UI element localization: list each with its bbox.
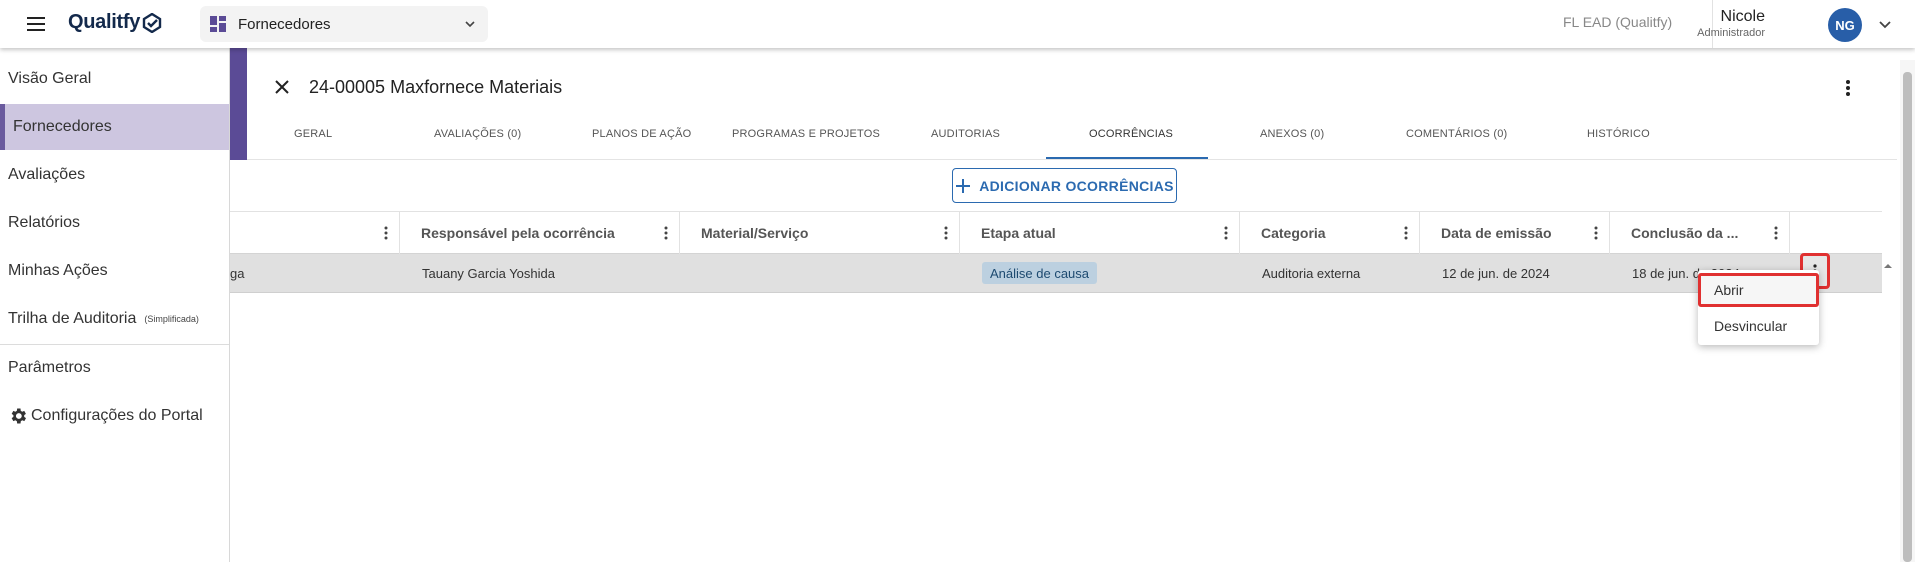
chevron-down-icon <box>465 21 475 28</box>
column-header-responsavel: Responsável pela ocorrência <box>400 212 680 254</box>
sidebar-item-relatorios[interactable]: Relatórios <box>0 200 229 246</box>
sidebar-item-parametros[interactable]: Parâmetros <box>0 345 229 391</box>
tab-ocorrencias[interactable]: OCORRÊNCIAS <box>1089 128 1173 140</box>
add-occurrences-button[interactable]: ADICIONAR OCORRÊNCIAS <box>952 168 1177 203</box>
sidebar-item-trilha-auditoria[interactable]: Trilha de Auditoria (Simplificada) <box>0 296 229 342</box>
menu-item-abrir[interactable]: Abrir <box>1698 273 1819 307</box>
close-icon[interactable] <box>272 77 292 97</box>
column-header-etapa: Etapa atual <box>960 212 1240 254</box>
status-badge: Análise de causa <box>982 262 1098 284</box>
tab-programas-e-projetos[interactable]: PROGRAMAS E PROJETOS <box>732 128 880 140</box>
module-selector[interactable]: Fornecedores <box>200 6 488 42</box>
sidebar: Visão Geral Fornecedores Avaliações Rela… <box>0 48 230 562</box>
gear-icon <box>11 408 26 424</box>
cell-data-emissao: 12 de jun. de 2024 <box>1442 266 1550 281</box>
column-header-actions <box>1790 212 1882 254</box>
sidebar-item-label: Relatórios <box>8 214 81 231</box>
column-header-conclusao: Conclusão da ... <box>1610 212 1790 254</box>
user-name: Nicole <box>1720 8 1765 25</box>
cell-categoria: Auditoria externa <box>1262 266 1361 281</box>
column-menu-icon[interactable] <box>378 225 394 241</box>
user-menu-chevron-icon[interactable] <box>1878 17 1892 31</box>
table-header: Responsável pela ocorrência Material/Ser… <box>230 211 1882 254</box>
sidebar-item-label: Configurações do Portal <box>31 407 203 424</box>
occurrences-table: Responsável pela ocorrência Material/Ser… <box>230 211 1882 293</box>
table-row[interactable]: ga Tauany Garcia Yoshida Análise de caus… <box>230 254 1882 293</box>
sidebar-item-label: Fornecedores <box>13 118 112 135</box>
company-name: FL EAD (Qualitfy) <box>1563 14 1673 30</box>
scroll-up-arrow-icon[interactable] <box>1883 261 1893 271</box>
sidebar-item-label: Visão Geral <box>8 70 92 87</box>
cell-first: ga <box>230 266 245 281</box>
sidebar-item-avaliacoes[interactable]: Avaliações <box>0 152 229 198</box>
record-header <box>247 48 1897 160</box>
sidebar-item-suffix: (Simplificada) <box>144 314 199 324</box>
sidebar-item-label: Parâmetros <box>8 359 91 376</box>
sidebar-item-configuracoes[interactable]: Configurações do Portal <box>0 393 229 439</box>
column-menu-icon[interactable] <box>1768 225 1784 241</box>
tab-avaliacoes[interactable]: AVALIAÇÕES (0) <box>434 128 521 140</box>
tab-anexos[interactable]: ANEXOS (0) <box>1260 128 1324 140</box>
avatar[interactable]: NG <box>1828 8 1862 42</box>
sidebar-item-label: Minhas Ações <box>8 262 108 279</box>
topbar-divider <box>1712 0 1713 48</box>
column-menu-icon[interactable] <box>1218 225 1234 241</box>
column-header <box>230 212 400 254</box>
sidebar-item-visao-geral[interactable]: Visão Geral <box>0 56 229 102</box>
column-header-data-emissao: Data de emissão <box>1420 212 1610 254</box>
column-header-categoria: Categoria <box>1240 212 1420 254</box>
column-menu-icon[interactable] <box>938 225 954 241</box>
logo-mark-icon <box>142 13 162 33</box>
add-occurrences-label: ADICIONAR OCORRÊNCIAS <box>979 177 1174 194</box>
column-menu-icon[interactable] <box>1398 225 1414 241</box>
column-menu-icon[interactable] <box>1588 225 1604 241</box>
user-role: Administrador <box>1697 27 1765 39</box>
module-label: Fornecedores <box>238 16 331 33</box>
menu-item-desvincular[interactable]: Desvincular <box>1698 309 1819 343</box>
active-tab-indicator <box>1046 157 1208 159</box>
record-title: 24-00005 Maxfornece Materiais <box>309 77 563 97</box>
column-menu-icon[interactable] <box>658 225 674 241</box>
tab-comentarios[interactable]: COMENTÁRIOS (0) <box>1406 128 1507 140</box>
tab-historico[interactable]: HISTÓRICO <box>1587 128 1650 140</box>
app-logo: Qualitfy <box>68 11 141 33</box>
dashboard-icon <box>210 16 226 32</box>
sidebar-item-label: Avaliações <box>8 166 86 183</box>
tab-auditorias[interactable]: AUDITORIAS <box>931 128 1000 140</box>
hamburger-menu-icon[interactable] <box>24 12 48 36</box>
tab-geral[interactable]: GERAL <box>294 128 332 140</box>
sidebar-item-fornecedores[interactable]: Fornecedores <box>0 104 229 150</box>
cell-responsavel: Tauany Garcia Yoshida <box>422 266 555 281</box>
sidebar-item-label: Trilha de Auditoria <box>8 310 137 327</box>
row-context-menu: Abrir Desvincular <box>1698 270 1819 345</box>
more-vertical-icon[interactable] <box>1838 78 1858 98</box>
sidebar-item-minhas-acoes[interactable]: Minhas Ações <box>0 248 229 294</box>
vertical-scrollbar-thumb[interactable] <box>1903 72 1912 562</box>
top-bar: Qualitfy Fornecedores FL EAD (Qualitfy) … <box>0 0 1915 48</box>
tab-planos-de-acao[interactable]: PLANOS DE AÇÃO <box>592 128 691 140</box>
plus-icon <box>956 178 971 193</box>
column-header-material: Material/Serviço <box>680 212 960 254</box>
record-accent-bar <box>230 48 247 160</box>
app-root: Qualitfy Fornecedores FL EAD (Qualitfy) … <box>0 0 1915 562</box>
